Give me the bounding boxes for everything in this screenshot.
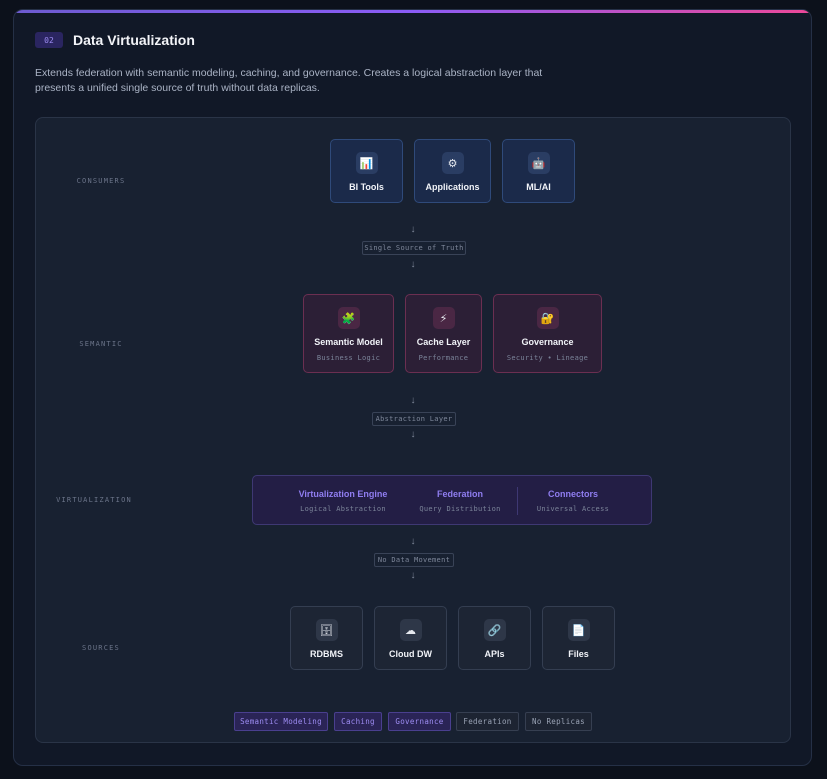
node-sublabel: Security • Lineage: [506, 354, 589, 362]
node-label: Cloud DW: [389, 649, 432, 659]
section-title: Data Virtualization: [73, 32, 195, 48]
cache-layer-node[interactable]: ⚡ Cache Layer Performance: [405, 294, 482, 373]
layer-label-sources: SOURCES: [82, 644, 120, 652]
federation: Federation Query Distribution: [413, 476, 507, 526]
virtualization-engine: Virtualization Engine Logical Abstractio…: [283, 476, 403, 526]
down-arrow-icon: ↓: [410, 429, 416, 440]
connector-label-abstraction: Abstraction Layer: [372, 412, 456, 426]
robot-icon: 🤖: [527, 152, 550, 174]
consumer-applications[interactable]: ⚙ Applications: [414, 139, 491, 203]
vcol-sub: Universal Access: [536, 505, 610, 513]
layer-label-consumers: CONSUMERS: [76, 177, 126, 185]
source-apis[interactable]: 🔗 APIs: [458, 606, 531, 670]
node-label: Cache Layer: [416, 337, 471, 347]
source-rdbms[interactable]: 🗄 RDBMS: [290, 606, 363, 670]
consumer-bi-tools[interactable]: 📊 BI Tools: [330, 139, 403, 203]
gear-icon: ⚙: [441, 152, 464, 174]
node-label: Governance: [521, 337, 574, 347]
tag-no-replicas[interactable]: No Replicas: [525, 712, 592, 731]
tag-caching[interactable]: Caching: [334, 712, 382, 731]
down-arrow-icon: ↓: [410, 570, 416, 581]
node-label: RDBMS: [310, 649, 343, 659]
tag-semantic-modeling[interactable]: Semantic Modeling: [234, 712, 328, 731]
down-arrow-icon: ↓: [410, 536, 416, 547]
vcol-divider: [517, 487, 518, 515]
connector-label-no-movement: No Data Movement: [374, 553, 454, 567]
layer-label-semantic: SEMANTIC: [79, 340, 123, 348]
lock-icon: 🔐: [536, 307, 559, 329]
consumer-ml-ai[interactable]: 🤖 ML/AI: [502, 139, 575, 203]
vcol-sub: Logical Abstraction: [300, 505, 386, 513]
architecture-diagram: CONSUMERS SEMANTIC VIRTUALIZATION SOURCE…: [35, 117, 791, 743]
node-label: Semantic Model: [314, 337, 383, 347]
section-number-badge: 02: [35, 32, 63, 48]
bar-chart-icon: 📊: [355, 152, 378, 174]
node-label: ML/AI: [526, 182, 551, 192]
file-icon: 📄: [567, 619, 590, 641]
virtualization-layer[interactable]: Virtualization Engine Logical Abstractio…: [252, 475, 652, 525]
node-label: Applications: [425, 182, 480, 192]
tag-governance[interactable]: Governance: [388, 712, 451, 731]
node-sublabel: Business Logic: [316, 354, 381, 362]
down-arrow-icon: ↓: [410, 224, 416, 235]
connectors: Connectors Universal Access: [523, 476, 623, 526]
cloud-icon: ☁: [399, 619, 422, 641]
section-card: 02 Data Virtualization Extends federatio…: [13, 9, 812, 766]
vcol-title: Virtualization Engine: [298, 489, 388, 499]
connector-label-truth: Single Source of Truth: [362, 241, 466, 255]
semantic-model-node[interactable]: 🧩 Semantic Model Business Logic: [303, 294, 394, 373]
database-icon: 🗄: [315, 619, 338, 641]
node-label: BI Tools: [349, 182, 384, 192]
source-cloud-dw[interactable]: ☁ Cloud DW: [374, 606, 447, 670]
tag-federation[interactable]: Federation: [456, 712, 519, 731]
layer-label-virtualization: VIRTUALIZATION: [56, 496, 132, 504]
source-files[interactable]: 📄 Files: [542, 606, 615, 670]
down-arrow-icon: ↓: [410, 259, 416, 270]
vcol-sub: Query Distribution: [419, 505, 501, 513]
vcol-title: Federation: [436, 489, 483, 499]
down-arrow-icon: ↓: [410, 395, 416, 406]
node-label: APIs: [484, 649, 505, 659]
governance-node[interactable]: 🔐 Governance Security • Lineage: [493, 294, 602, 373]
node-sublabel: Performance: [418, 354, 469, 362]
puzzle-icon: 🧩: [337, 307, 360, 329]
vcol-title: Connectors: [547, 489, 598, 499]
lightning-icon: ⚡: [432, 307, 455, 329]
section-description: Extends federation with semantic modelin…: [35, 67, 543, 94]
node-label: Files: [568, 649, 589, 659]
link-icon: 🔗: [483, 619, 506, 641]
